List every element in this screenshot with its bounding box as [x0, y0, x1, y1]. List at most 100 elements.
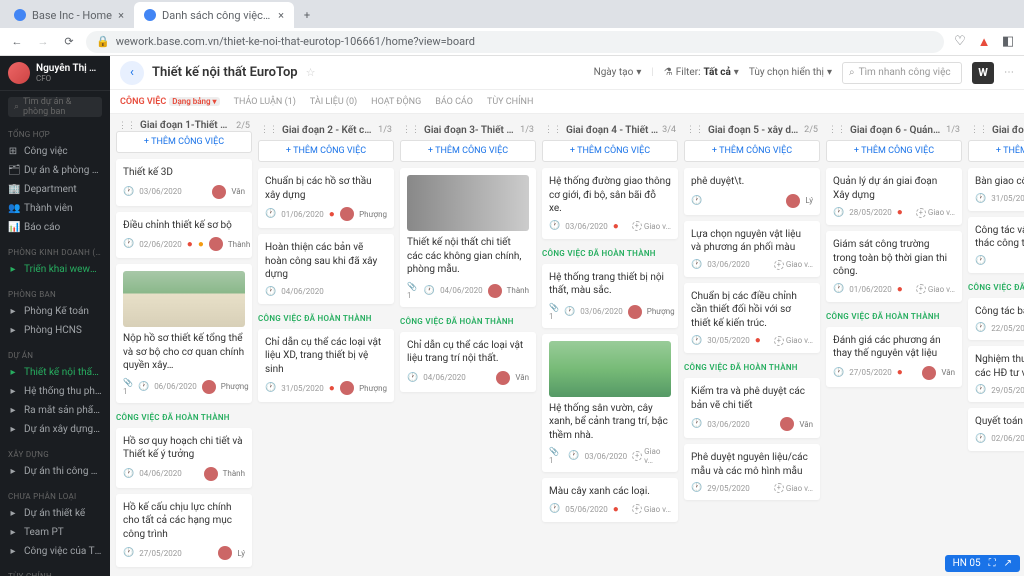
star-icon[interactable]: ☆ — [306, 66, 316, 79]
browser-tab[interactable]: Danh sách công việc - Thiết kế…× — [134, 2, 294, 28]
assign-button[interactable]: +Giao v… — [632, 504, 671, 514]
reload-icon[interactable]: ⟳ — [60, 35, 78, 48]
task-card[interactable]: Chuẩn bị các hồ sơ thầu xây dựng🕐01/06/2… — [258, 168, 394, 228]
task-card[interactable]: Công tác vận hành, …khai thác công trình… — [968, 217, 1024, 273]
sub-tab[interactable]: BÁO CÁO — [435, 97, 473, 107]
add-task-button[interactable]: + THÊM CÔNG VIỆC — [968, 140, 1024, 162]
footer-status[interactable]: HN 05⛶↗ — [945, 555, 1020, 572]
sidebar-item[interactable]: ▸Công việc của Thành — [0, 542, 110, 561]
assign-button[interactable]: +Giao v… — [774, 260, 813, 270]
heart-icon[interactable]: ♡ — [952, 34, 968, 50]
sidebar-item[interactable]: ⊞Công việc — [0, 142, 110, 161]
close-icon[interactable]: × — [278, 9, 284, 22]
warning-icon: ● — [198, 239, 204, 250]
assign-button[interactable]: +Giao v… — [632, 221, 671, 231]
task-card[interactable]: Kiểm tra và phê duyệt các bản vẽ chi tiế… — [684, 378, 820, 438]
sidebar-item[interactable]: ▸Dự án thiết kế — [0, 504, 110, 523]
sidebar-item[interactable]: 👥Thành viên — [0, 199, 110, 218]
user-block[interactable]: Nguyễn Thị ThànhCFO — [0, 56, 110, 91]
grip-icon[interactable]: ⋮⋮ — [970, 125, 988, 135]
sidebar-item[interactable]: ▸Triển khai wework — [0, 260, 110, 279]
w-button[interactable]: W — [972, 62, 994, 84]
task-card[interactable]: Phê duyệt nguyên liệu/các mẫu và các mô … — [684, 444, 820, 500]
extension-icon[interactable]: ◧ — [1000, 34, 1016, 50]
sub-tab[interactable]: HOẠT ĐỘNG — [371, 97, 421, 107]
grip-icon[interactable]: ⋮⋮ — [118, 121, 136, 131]
close-icon[interactable]: × — [118, 9, 124, 22]
assign-button[interactable]: +Giao v… — [774, 336, 813, 346]
sidebar-item[interactable]: ▸Phòng Kế toán — [0, 302, 110, 321]
add-task-button[interactable]: + THÊM CÔNG VIỆC — [116, 131, 252, 153]
grip-icon[interactable]: ⋮⋮ — [260, 125, 278, 135]
add-task-button[interactable]: + THÊM CÔNG VIỆC — [826, 140, 962, 162]
task-card[interactable]: Thiết kế nội thất chi tiết các các không… — [400, 168, 536, 307]
back-button[interactable]: ‹ — [120, 61, 144, 85]
task-card[interactable]: Hồ sơ quy hoạch chi tiết và Thiết kế ý t… — [116, 428, 252, 488]
popout-icon[interactable]: ↗ — [1004, 558, 1012, 569]
add-task-button[interactable]: + THÊM CÔNG VIỆC — [684, 140, 820, 162]
sidebar-item[interactable]: ▸Thiết kế nội thất EuroTop — [0, 363, 110, 382]
task-card[interactable]: Quản lý dự án giai đoạn Xây dựng🕐28/05/2… — [826, 168, 962, 225]
task-card[interactable]: Đánh giá các phương án thay thế nguyên v… — [826, 327, 962, 387]
task-card[interactable]: Hệ thống trang thiết bị nội thất, màu sắ… — [542, 264, 678, 328]
grip-icon[interactable]: ⋮⋮ — [828, 125, 846, 135]
task-card[interactable]: Hệ thống sân vườn, cây xanh, bể cảnh tra… — [542, 334, 678, 473]
sub-tab[interactable]: TÙY CHỈNH — [487, 97, 533, 107]
sidebar-item[interactable]: ▸Hệ thống thu phí điện tử — [0, 382, 110, 401]
add-task-button[interactable]: + THÊM CÔNG VIỆC — [542, 140, 678, 162]
sidebar-item[interactable]: ▸Team PT — [0, 523, 110, 542]
task-card[interactable]: Hệ thống đường giao thông cơ giới, đi bộ… — [542, 168, 678, 239]
sub-tab[interactable]: THẢO LUẬN (1) — [234, 97, 296, 107]
add-task-button[interactable]: + THÊM CÔNG VIỆC — [400, 140, 536, 162]
grip-icon[interactable]: ⋮⋮ — [402, 125, 420, 135]
browser-tab[interactable]: Base Inc - Home× — [4, 2, 134, 28]
sidebar-item[interactable]: ▸Dự án thi công Taseco Land — [0, 462, 110, 481]
sidebar-item[interactable]: ▸Phòng HCNS — [0, 321, 110, 340]
task-card[interactable]: Chỉ dẫn cụ thể các loại vật liệu XD, tra… — [258, 329, 394, 403]
card-date: 28/05/2020 — [849, 208, 892, 217]
task-card[interactable]: Điều chỉnh thiết kế sơ bộ🕐02/06/2020●●Th… — [116, 212, 252, 259]
task-card[interactable]: Chỉ dẫn cụ thể các loại vật liệu trang t… — [400, 332, 536, 392]
assign-button[interactable]: +Giao v… — [916, 208, 955, 218]
url-input[interactable]: 🔒wework.base.com.vn/thiet-ke-noi-that-eu… — [86, 31, 944, 53]
task-card[interactable]: Hoàn thiện các bản vẽ hoàn công sau khi … — [258, 234, 394, 304]
assign-button[interactable]: +Giao v… — [916, 284, 955, 294]
more-icon[interactable]: ⋯ — [1004, 67, 1014, 78]
quick-search[interactable]: ⌕Tìm nhanh công việc — [842, 62, 962, 84]
display-menu[interactable]: Tùy chọn hiển thị ▾ — [749, 67, 832, 78]
task-card[interactable]: Thiết kế 3D🕐03/06/2020Vân — [116, 159, 252, 206]
column-title: Giai đoạn 2 - Kết cấu — [282, 125, 374, 136]
sub-tab[interactable]: TÀI LIỆU (0) — [310, 97, 357, 107]
shield-icon[interactable]: ▲ — [976, 34, 992, 50]
grip-icon[interactable]: ⋮⋮ — [686, 125, 704, 135]
new-tab-button[interactable]: + — [294, 2, 320, 28]
sidebar-item[interactable]: ▸Ra mắt sản phẩm HRM — [0, 401, 110, 420]
task-card[interactable]: Giám sát công trường trong toàn bộ thời … — [826, 231, 962, 302]
task-card[interactable]: Lựa chọn nguyên vật liệu và phương án ph… — [684, 221, 820, 277]
forward-icon[interactable]: → — [34, 35, 52, 48]
task-card[interactable]: Công tác bảo hành c…🕐22/05/2020 — [968, 298, 1024, 341]
expand-icon[interactable]: ⛶ — [989, 558, 996, 569]
sidebar-item[interactable]: ▸Dự án xây dựng CTX gantt v… — [0, 420, 110, 439]
task-card[interactable]: Màu cây xanh các loại.🕐05/06/2020●+Giao … — [542, 478, 678, 522]
add-task-button[interactable]: + THÊM CÔNG VIỆC — [258, 140, 394, 162]
filter-menu[interactable]: ⚗ Filter: Tất cả ▾ — [664, 67, 739, 78]
grip-icon[interactable]: ⋮⋮ — [544, 125, 562, 135]
sidebar-item[interactable]: 🏢Department — [0, 180, 110, 199]
sidebar-search[interactable]: ⌕Tìm dự án & phòng ban — [8, 97, 102, 117]
sort-menu[interactable]: Ngày tạo ▾ — [594, 67, 642, 78]
task-card[interactable]: Chuẩn bị các điều chỉnh cần thiết đối hồ… — [684, 283, 820, 354]
task-card[interactable]: Hồ kế cấu chịu lực chính cho tất cả các … — [116, 494, 252, 568]
sub-tab[interactable]: CÔNG VIỆC Dạng bảng ▾ — [120, 97, 220, 107]
sidebar-item[interactable]: 🗂Dự án & phòng ban — [0, 161, 110, 180]
item-icon: ▸ — [8, 306, 18, 317]
task-card[interactable]: phê duyệt\t.🕐Lý — [684, 168, 820, 215]
back-icon[interactable]: ← — [8, 35, 26, 48]
task-card[interactable]: Quyết toán vốn đầu…🕐02/06/2020 — [968, 408, 1024, 451]
sidebar-item[interactable]: 📊Báo cáo — [0, 218, 110, 237]
task-card[interactable]: Bàn giao công trình🕐31/05/2020 — [968, 168, 1024, 211]
assign-button[interactable]: +Giao v… — [774, 483, 813, 493]
assign-button[interactable]: +Giao v… — [632, 447, 671, 465]
task-card[interactable]: Nộp hồ sơ thiết kế tổng thể và sơ bộ cho… — [116, 264, 252, 403]
task-card[interactable]: Nghiệm thu, thanh t…toàn các HĐ tư vấn …… — [968, 346, 1024, 402]
